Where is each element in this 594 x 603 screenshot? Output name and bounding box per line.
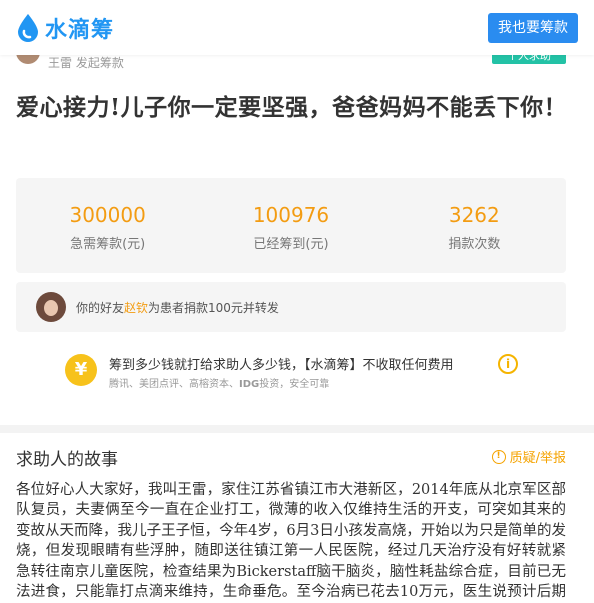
- info-icon[interactable]: i: [498, 354, 518, 374]
- stat-label: 已经筹到(元): [253, 237, 329, 252]
- story-body: 各位好心人大家好，我叫王雷，家住江苏省镇江市大港新区，2014年底从北京军区部队…: [16, 482, 566, 601]
- report-label: 质疑/举报: [509, 451, 566, 466]
- report-link[interactable]: ! 质疑/举报: [491, 447, 566, 466]
- friend-name[interactable]: 赵钦: [124, 301, 148, 315]
- no-fee-notice: ¥ 筹到多少钱就打给求助人多少钱，【水滴筹】不收取任何费用 腾讯、美团点评、高榕…: [65, 350, 525, 394]
- alert-icon: !: [491, 449, 506, 464]
- section-divider: [0, 425, 594, 433]
- stat-value: 100976: [252, 203, 330, 227]
- share-text: 你的好友赵钦为患者捐款100元并转发: [76, 299, 279, 316]
- notice-text: 筹到多少钱就打给求助人多少钱，【水滴筹】不收取任何费用: [109, 358, 454, 373]
- share-suffix: 为患者捐款100元并转发: [148, 301, 279, 315]
- stat-donations: 3262 捐款次数: [383, 178, 566, 273]
- stat-label: 捐款次数: [448, 237, 501, 252]
- stat-value: 300000: [69, 203, 146, 227]
- brand-name: 水滴筹: [45, 18, 115, 43]
- water-drop-icon: [18, 14, 38, 42]
- brand-logo[interactable]: 水滴筹: [15, 12, 114, 44]
- fundraising-stats: 300000 急需筹款(元) 100976 已经筹到(元) 3262 捐款次数: [16, 178, 566, 273]
- stat-label: 急需筹款(元): [70, 237, 146, 252]
- story-title: 求助人的故事: [16, 450, 118, 470]
- page-title: 爱心接力!儿子你一定要坚强，爸爸妈妈不能丢下你！: [16, 94, 568, 121]
- author-name: 王雷 发起筹款: [48, 56, 124, 70]
- friend-share-card[interactable]: 你的好友赵钦为患者捐款100元并转发: [16, 282, 566, 332]
- story-header: 求助人的故事 ! 质疑/举报: [16, 445, 566, 471]
- yen-icon: ¥: [65, 354, 97, 386]
- stat-raised: 100976 已经筹到(元): [199, 178, 382, 273]
- top-bar: 水滴筹 我也要筹款: [0, 0, 594, 55]
- share-prefix: 你的好友: [76, 301, 125, 315]
- start-fundraiser-button[interactable]: 我也要筹款: [488, 13, 578, 43]
- stat-value: 3262: [448, 203, 500, 227]
- investors-text: 腾讯、美团点评、高榕资本、IDG投资，安全可靠: [109, 379, 330, 390]
- avatar: [36, 292, 66, 322]
- stat-target: 300000 急需筹款(元): [16, 178, 199, 273]
